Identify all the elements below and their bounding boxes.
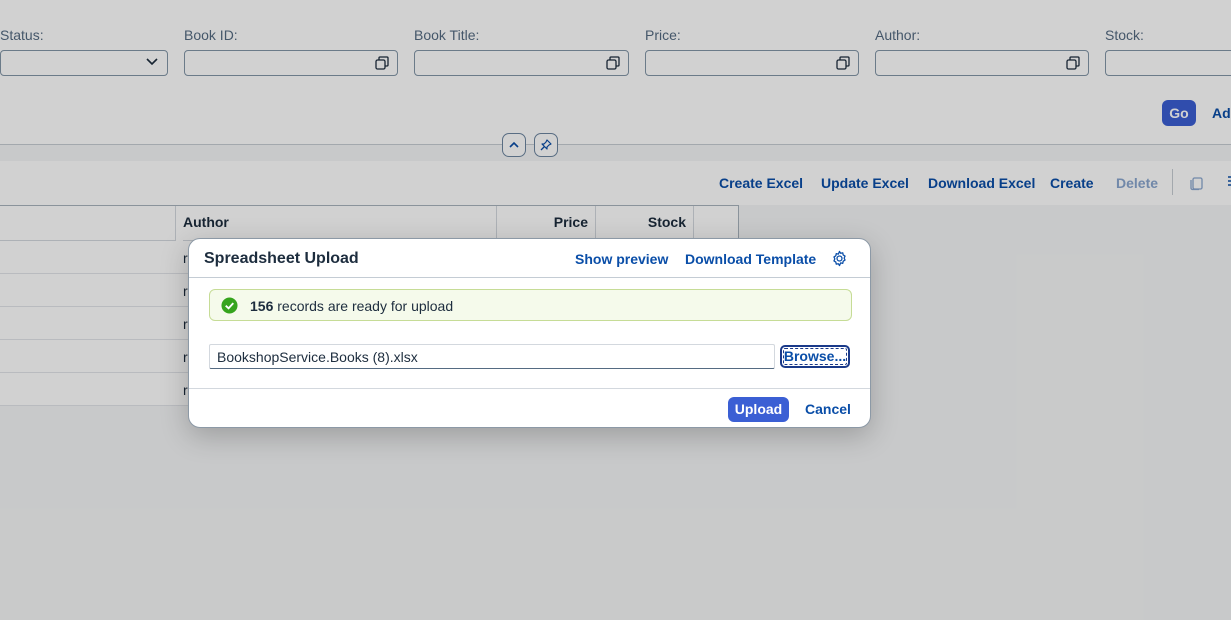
record-count: 156: [250, 298, 274, 314]
download-template-button[interactable]: Download Template: [685, 251, 816, 267]
cancel-button[interactable]: Cancel: [805, 397, 851, 422]
success-check-icon: [221, 297, 238, 314]
file-name-input[interactable]: BookshopService.Books (8).xlsx: [209, 344, 775, 369]
upload-button[interactable]: Upload: [728, 397, 789, 422]
settings-gear-icon[interactable]: [831, 250, 848, 267]
success-message-strip: 156 records are ready for upload: [209, 289, 852, 321]
dialog-title: Spreadsheet Upload: [204, 250, 359, 267]
file-name-value: BookshopService.Books (8).xlsx: [217, 349, 418, 365]
dialog-header: Spreadsheet Upload Show preview Download…: [189, 239, 870, 278]
success-message-text: 156 records are ready for upload: [250, 298, 453, 314]
spreadsheet-upload-dialog: Spreadsheet Upload Show preview Download…: [188, 238, 871, 428]
browse-button[interactable]: Browse...: [780, 345, 850, 368]
message-suffix: records are ready for upload: [273, 298, 454, 314]
dialog-footer: Upload Cancel: [189, 388, 870, 427]
show-preview-button[interactable]: Show preview: [575, 251, 668, 267]
